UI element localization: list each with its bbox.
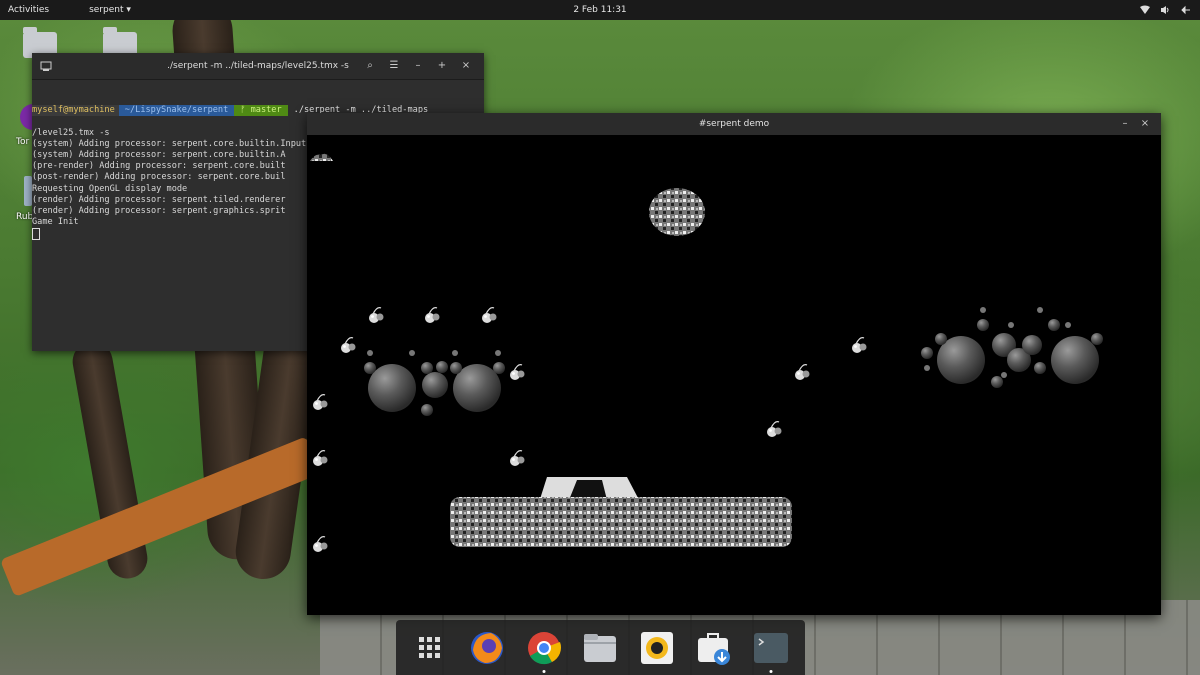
cherry-sprite [312, 394, 329, 411]
cherry-sprite [794, 364, 811, 381]
game-canvas[interactable] [307, 135, 1161, 615]
game-titlebar[interactable]: #serpent demo – × [307, 113, 1161, 135]
activities-button[interactable]: Activities [8, 5, 49, 15]
game-scene [310, 153, 1103, 553]
close-button[interactable]: × [458, 58, 474, 74]
desktop-icon-label: Tor [16, 137, 30, 147]
app-grid-icon [419, 636, 441, 658]
cherry-sprite [481, 307, 498, 324]
asteroid-sprite [649, 188, 705, 236]
top-bar: Activities serpent ▾ 2 Feb 11:31 [0, 0, 1200, 20]
desktop-icon-label: Rub [16, 212, 34, 222]
chrome-icon [527, 631, 561, 664]
software-icon [697, 632, 730, 665]
chrome-launcher[interactable] [525, 629, 563, 673]
power-icon [1181, 5, 1190, 15]
search-button[interactable]: ⌕ [362, 58, 378, 74]
rock-platform [450, 497, 792, 547]
software-launcher[interactable] [695, 629, 733, 667]
menu-button[interactable]: ☰ [386, 58, 402, 74]
running-indicator [769, 669, 773, 673]
game-title: #serpent demo [698, 119, 770, 129]
cherry-sprite [851, 337, 868, 354]
cherry-sprite [424, 307, 441, 324]
firefox-launcher[interactable] [468, 629, 506, 667]
cherry-sprite [509, 364, 526, 381]
cherry-sprite [509, 450, 526, 467]
terminal-icon [753, 632, 788, 663]
prompt-path: ~/LispySnake/serpent [118, 104, 235, 116]
bubble-sprite [368, 364, 416, 412]
game-window[interactable]: #serpent demo – × [307, 113, 1161, 615]
prompt-user: myself@mymachine [32, 104, 119, 116]
files-icon [584, 633, 617, 662]
bubble-sprite [422, 372, 448, 398]
cherry-sprite [368, 307, 385, 324]
rhythmbox-launcher[interactable] [638, 629, 676, 667]
clock[interactable]: 2 Feb 11:31 [573, 5, 626, 15]
terminal-tab-icon[interactable] [40, 61, 52, 71]
terminal-title: ./serpent -m ../tiled-maps/level25.tmx -… [167, 61, 349, 71]
volume-icon [1161, 6, 1169, 14]
app-grid-button[interactable] [411, 629, 449, 667]
cherry-sprite [766, 421, 783, 438]
files-launcher[interactable] [581, 629, 619, 667]
rhythmbox-icon [641, 631, 674, 664]
app-menu-button[interactable]: serpent ▾ [89, 5, 131, 15]
minimize-button[interactable]: – [410, 58, 426, 74]
bubble-sprite [1051, 336, 1099, 384]
minimize-button[interactable]: – [1117, 116, 1133, 132]
terminal-cursor [32, 228, 40, 241]
close-button[interactable]: × [1137, 116, 1153, 132]
terminal-launcher[interactable] [752, 629, 790, 673]
rock-sprite [310, 153, 333, 161]
cherry-sprite [312, 450, 329, 467]
network-icon [1140, 5, 1150, 14]
maximize-button[interactable]: + [434, 58, 450, 74]
running-indicator [542, 669, 546, 673]
app-icon[interactable] [24, 176, 32, 206]
system-tray[interactable] [1140, 5, 1192, 15]
prompt-git-branch: ᚠ master [234, 104, 288, 116]
firefox-icon [471, 631, 504, 664]
terminal-titlebar[interactable]: ./serpent -m ../tiled-maps/level25.tmx -… [32, 53, 484, 80]
cherry-sprite [340, 337, 357, 354]
dock [396, 620, 805, 675]
cherry-sprite [312, 535, 329, 553]
